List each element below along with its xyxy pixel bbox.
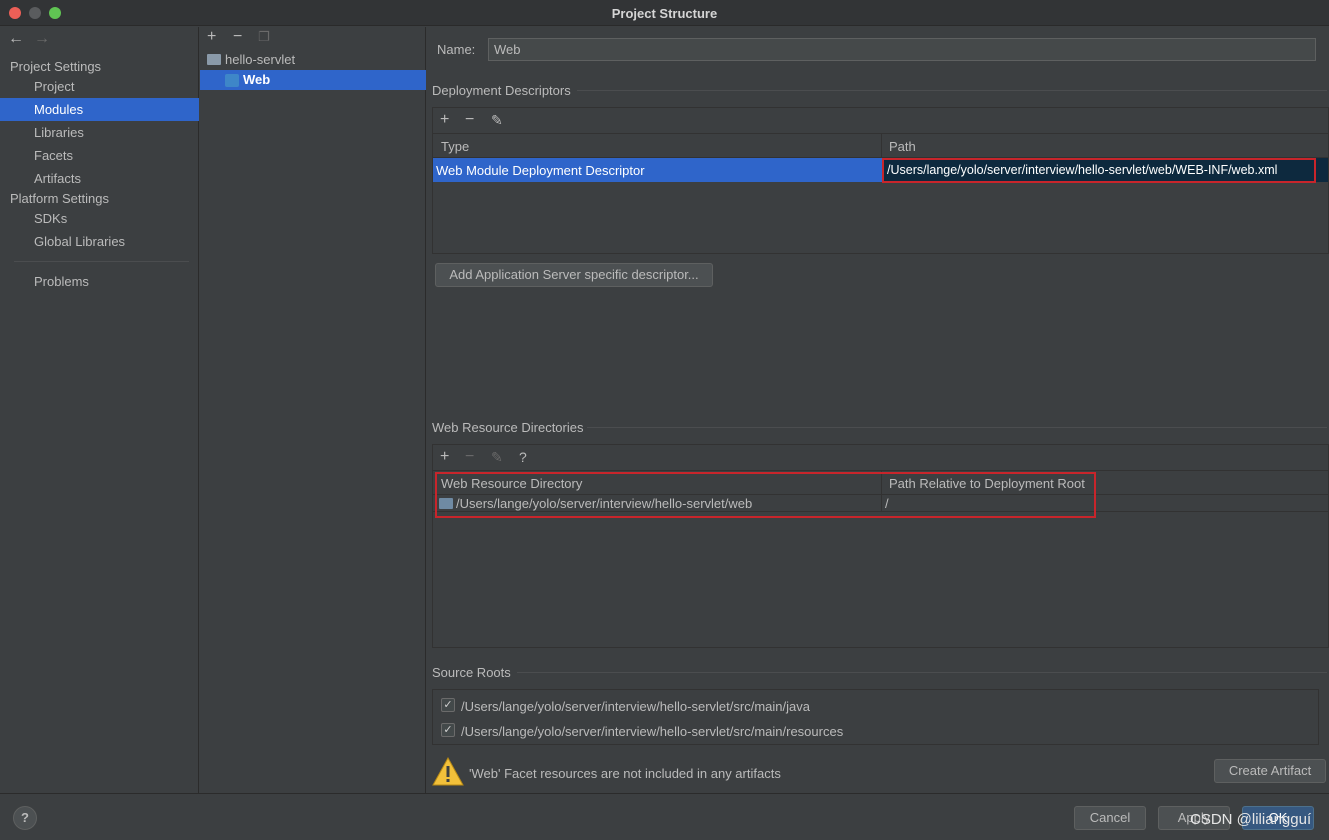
- web-resources-panel: + − ✎ ? Web Resource Directory Path Rela…: [432, 444, 1329, 648]
- web-facet-icon: [225, 74, 239, 87]
- arrow-right-icon[interactable]: →: [34, 30, 50, 48]
- add-server-descriptor-button[interactable]: Add Application Server specific descript…: [435, 263, 713, 287]
- deployment-table-header: Type Path: [433, 133, 1328, 158]
- module-tree: + − ❐ hello-servlet Web: [200, 27, 426, 793]
- column-header-path[interactable]: Path: [889, 139, 916, 154]
- deployment-descriptors-title: Deployment Descriptors: [432, 83, 571, 98]
- source-roots-title: Source Roots: [432, 665, 511, 680]
- section-divider: [517, 672, 1327, 673]
- nav-item-sdks[interactable]: SDKs: [0, 207, 199, 230]
- watermark-text: CSDN @liliangguí: [1190, 811, 1312, 828]
- list-item[interactable]: ✓ /Users/lange/yolo/server/interview/hel…: [433, 695, 1313, 717]
- section-divider: [587, 427, 1327, 428]
- nav-divider: [14, 261, 189, 262]
- minus-icon[interactable]: −: [465, 447, 474, 467]
- copy-icon[interactable]: ❐: [258, 27, 270, 47]
- nav-item-problems[interactable]: Problems: [0, 270, 199, 293]
- checkmark-icon[interactable]: ✓: [441, 723, 455, 737]
- column-separator: [881, 134, 882, 158]
- highlight-box: [435, 472, 1096, 518]
- checkmark-icon[interactable]: ✓: [441, 698, 455, 712]
- pencil-icon[interactable]: ✎: [491, 110, 503, 130]
- nav-item-modules[interactable]: Modules: [0, 98, 199, 121]
- dialog-footer: ? Cancel Apply OK CSDN @liliangguí: [0, 793, 1329, 840]
- settings-nav: ← → Project Settings Project Modules Lib…: [0, 27, 199, 793]
- source-root-path: /Users/lange/yolo/server/interview/hello…: [461, 699, 810, 714]
- minus-icon[interactable]: −: [465, 110, 474, 130]
- column-header-type[interactable]: Type: [441, 139, 469, 154]
- tree-item-web[interactable]: Web: [200, 70, 426, 90]
- deployment-descriptors-panel: + − ✎ Type Path Web Module Deployment De…: [432, 107, 1329, 254]
- tree-item-hello-servlet[interactable]: hello-servlet: [200, 50, 426, 70]
- help-button[interactable]: ?: [13, 806, 37, 830]
- tree-item-label: hello-servlet: [225, 52, 296, 67]
- window-title: Project Structure: [611, 6, 718, 21]
- descriptor-type-cell: Web Module Deployment Descriptor: [436, 163, 645, 178]
- warning-message: 'Web' Facet resources are not included i…: [469, 766, 781, 781]
- source-roots-panel: ✓ /Users/lange/yolo/server/interview/hel…: [432, 689, 1319, 745]
- pencil-icon[interactable]: ✎: [491, 447, 503, 467]
- title-bar: Project Structure: [0, 0, 1329, 26]
- platform-settings-header: Platform Settings: [10, 191, 109, 206]
- help-icon[interactable]: ?: [519, 447, 527, 467]
- nav-item-libraries[interactable]: Libraries: [0, 121, 199, 144]
- web-resource-directories-title: Web Resource Directories: [432, 420, 584, 435]
- cancel-button[interactable]: Cancel: [1074, 806, 1146, 830]
- minus-icon[interactable]: −: [233, 27, 242, 47]
- plus-icon[interactable]: +: [440, 110, 449, 130]
- facet-settings-panel: Name: Web Deployment Descriptors + − ✎ T…: [427, 27, 1329, 793]
- name-input[interactable]: Web: [488, 38, 1316, 61]
- nav-item-facets[interactable]: Facets: [0, 144, 199, 167]
- plus-icon[interactable]: +: [207, 27, 216, 47]
- source-root-path: /Users/lange/yolo/server/interview/hello…: [461, 724, 844, 739]
- warning-icon: [432, 757, 464, 786]
- list-item[interactable]: ✓ /Users/lange/yolo/server/interview/hel…: [433, 720, 1313, 742]
- plus-icon[interactable]: +: [440, 447, 449, 467]
- module-folder-icon: [207, 54, 221, 65]
- name-label: Name:: [437, 42, 476, 57]
- nav-item-artifacts[interactable]: Artifacts: [0, 167, 199, 190]
- create-artifact-button[interactable]: Create Artifact: [1214, 759, 1326, 783]
- highlight-box: [882, 158, 1316, 183]
- tree-item-label: Web: [243, 72, 271, 87]
- arrow-left-icon[interactable]: ←: [8, 30, 24, 48]
- nav-item-global-libraries[interactable]: Global Libraries: [0, 230, 199, 253]
- project-settings-header: Project Settings: [10, 59, 102, 74]
- section-divider: [577, 90, 1327, 91]
- nav-item-project[interactable]: Project: [0, 75, 199, 98]
- tree-toolbar: + − ❐: [200, 27, 426, 49]
- table-row[interactable]: Web Module Deployment Descriptor: [433, 158, 882, 182]
